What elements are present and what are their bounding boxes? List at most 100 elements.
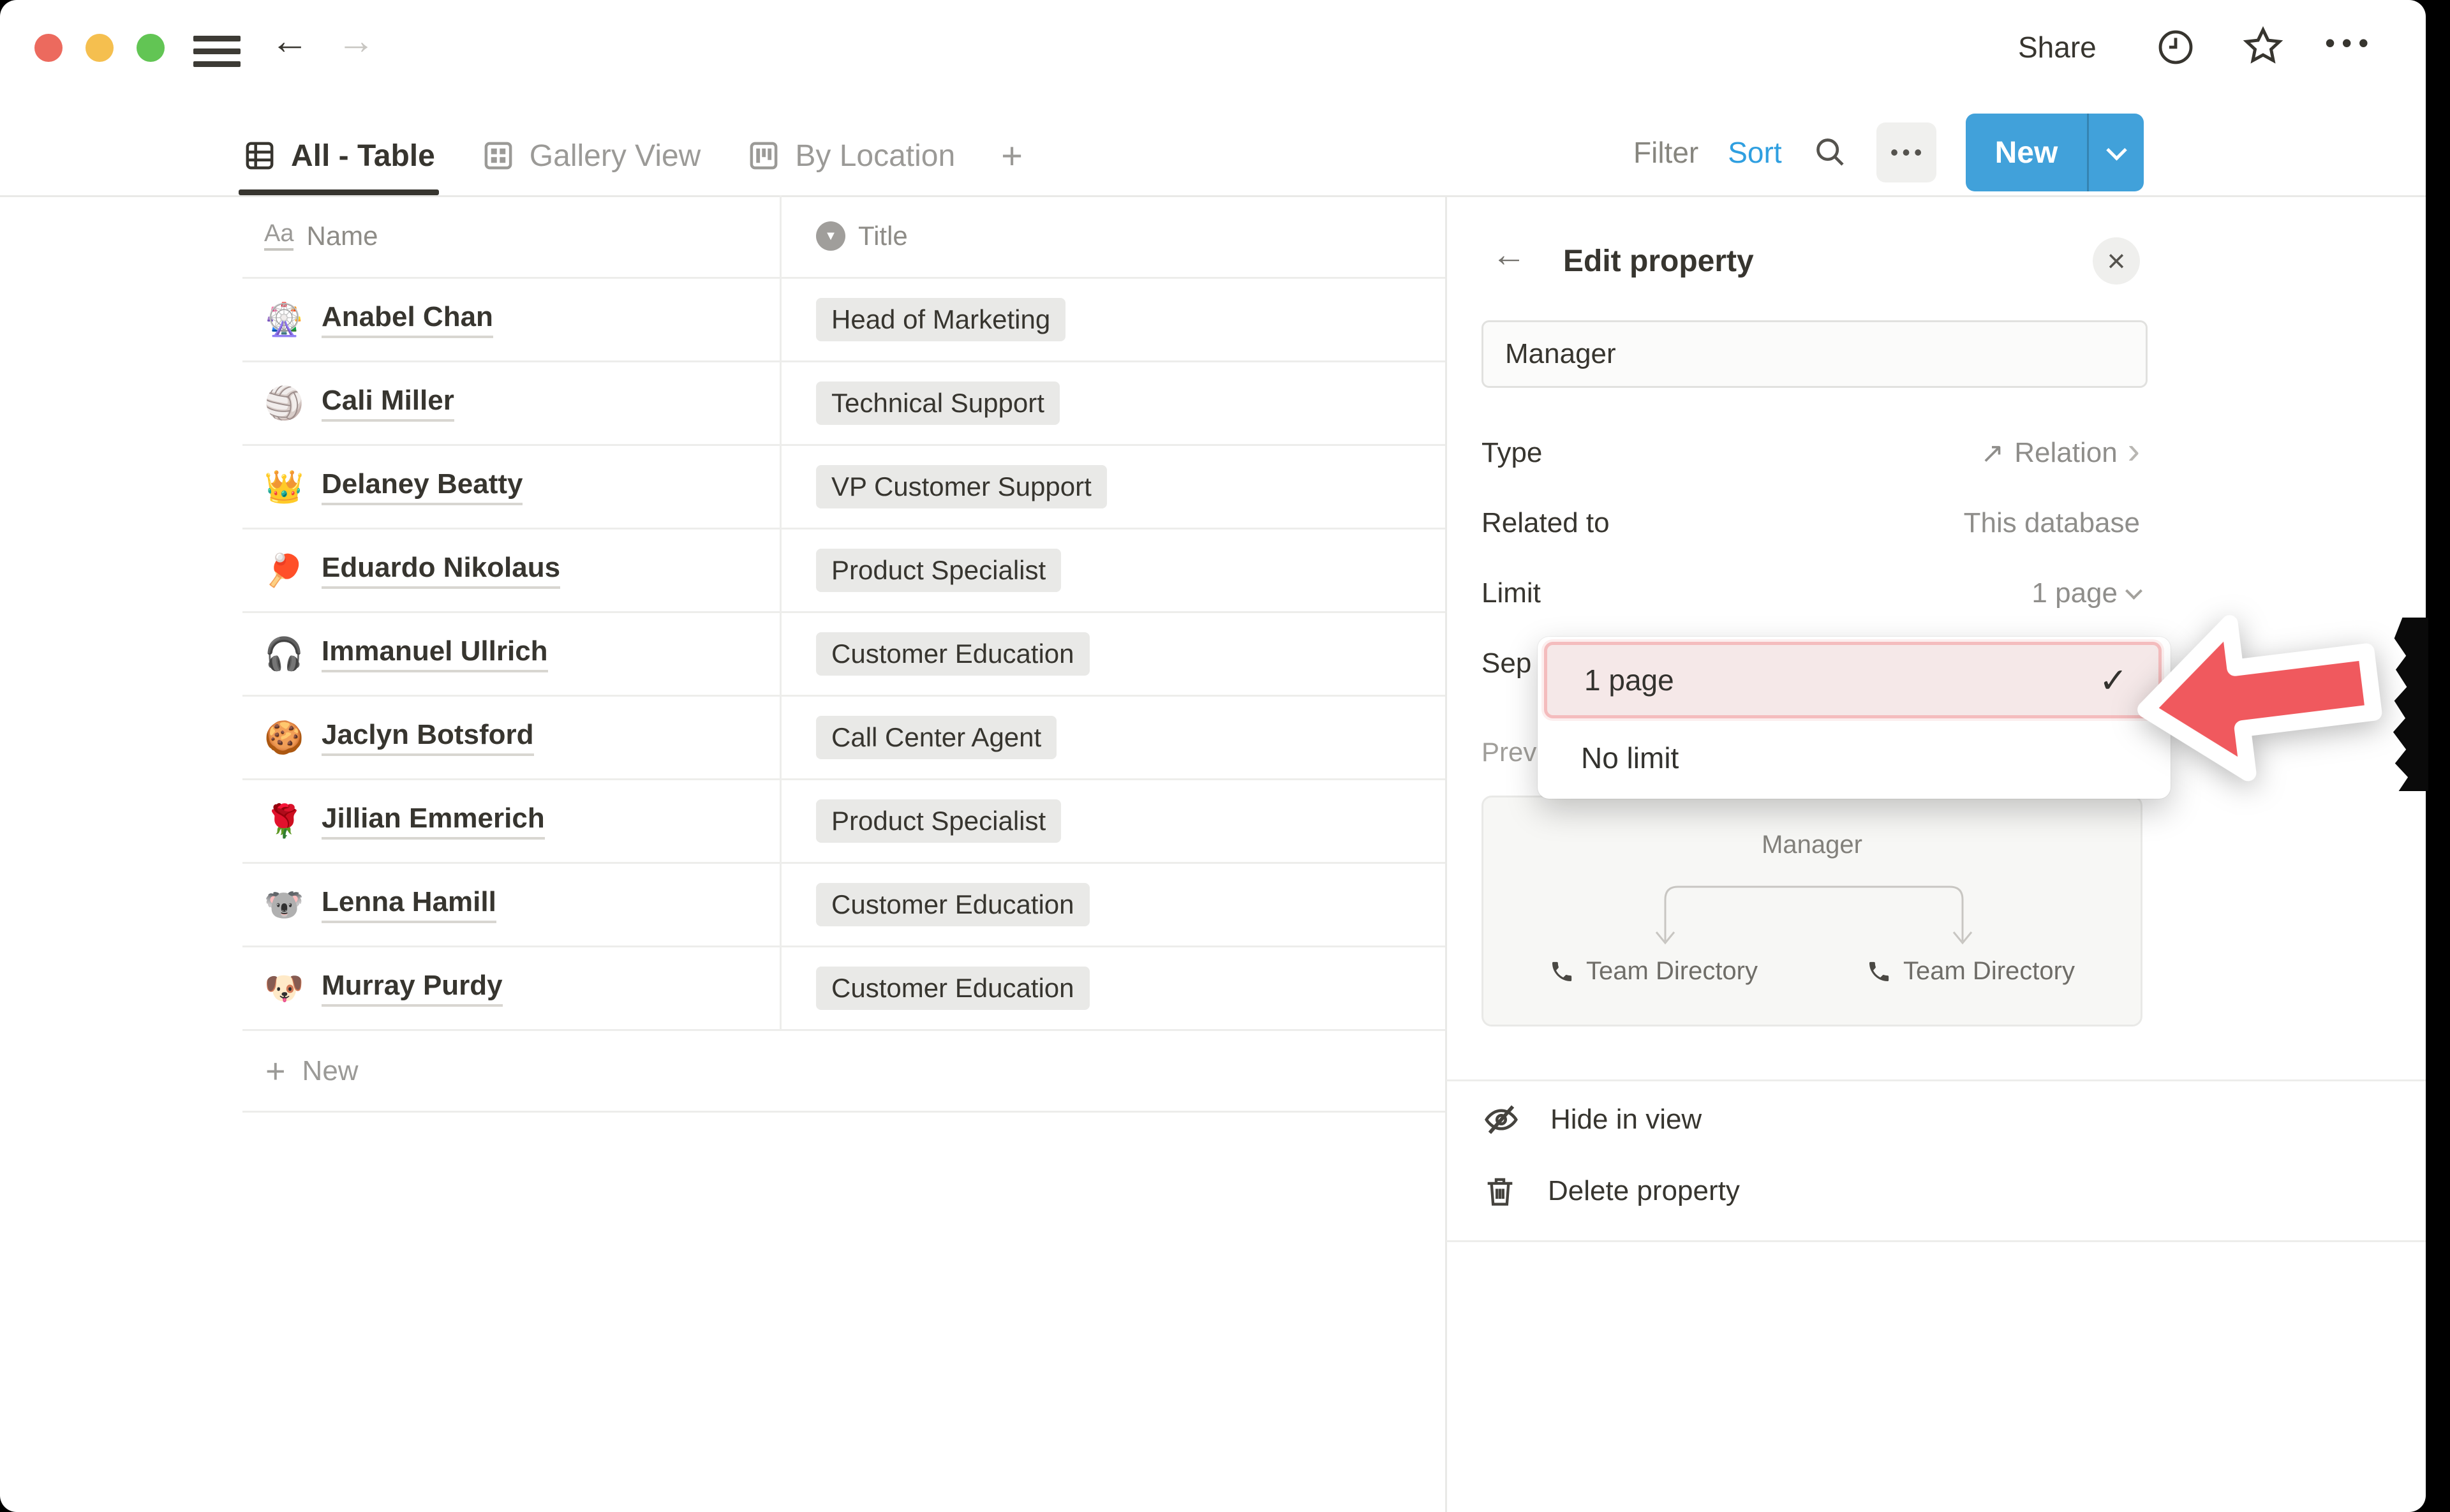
add-view-button[interactable]: + xyxy=(1001,116,1023,195)
preview-child-label: Team Directory xyxy=(1903,957,2075,986)
table-row[interactable]: 👑Delaney Beatty VP Customer Support xyxy=(242,446,1445,530)
select-tag: Customer Education xyxy=(816,632,1090,676)
name-cell[interactable]: 🏐Cali Miller xyxy=(242,362,782,444)
forward-arrow-icon[interactable]: → xyxy=(337,22,375,60)
name-cell[interactable]: 🌹Jillian Emmerich xyxy=(242,780,782,862)
sort-button[interactable]: Sort xyxy=(1728,135,1781,170)
new-row-label: New xyxy=(302,1055,359,1087)
preview-label-fragment: Prev xyxy=(1481,737,1536,767)
property-settings: Type ↗ Relation › Related to This databa… xyxy=(1481,418,2140,628)
page-emoji: 🏓 xyxy=(264,554,304,586)
select-property-icon: ▼ xyxy=(816,221,845,251)
option-label: No limit xyxy=(1581,741,1679,775)
new-button[interactable]: New xyxy=(1966,114,2144,191)
column-header-title[interactable]: ▼ Title xyxy=(782,195,1445,277)
tab-all-table[interactable]: All - Table xyxy=(242,116,435,195)
trash-icon xyxy=(1481,1173,1518,1210)
select-tag: Customer Education xyxy=(816,967,1090,1010)
name-cell[interactable]: 🎧Immanuel Ullrich xyxy=(242,613,782,695)
dropdown-option-1-page[interactable]: 1 page ✓ xyxy=(1544,642,2162,718)
property-row-related-to[interactable]: Related to This database xyxy=(1481,488,2140,558)
page-link[interactable]: Lenna Hamill xyxy=(322,886,496,923)
title-cell[interactable]: Customer Education xyxy=(782,613,1445,695)
select-tag: Product Specialist xyxy=(816,549,1061,592)
select-tag: Product Specialist xyxy=(816,799,1061,843)
name-cell[interactable]: 🐶Murray Purdy xyxy=(242,947,782,1029)
page-link[interactable]: Anabel Chan xyxy=(322,301,493,338)
column-header-name[interactable]: Aa Name xyxy=(242,195,782,277)
title-cell[interactable]: Call Center Agent xyxy=(782,697,1445,778)
dropdown-option-no-limit[interactable]: No limit xyxy=(1544,726,2162,790)
page-link[interactable]: Jillian Emmerich xyxy=(322,803,545,840)
name-cell[interactable]: 🎡 Anabel Chan xyxy=(242,279,782,360)
title-cell[interactable]: Technical Support xyxy=(782,362,1445,444)
page-link[interactable]: Delaney Beatty xyxy=(322,468,523,505)
new-button-label[interactable]: New xyxy=(1966,114,2088,191)
name-cell[interactable]: 🍪Jaclyn Botsford xyxy=(242,697,782,778)
tab-gallery-view[interactable]: Gallery View xyxy=(481,116,701,195)
property-name-input[interactable] xyxy=(1481,320,2148,388)
title-cell[interactable]: Product Specialist xyxy=(782,780,1445,862)
column-label: Title xyxy=(858,221,908,251)
property-row-limit[interactable]: Limit 1 page xyxy=(1481,558,2140,628)
table-row[interactable]: 🌹Jillian Emmerich Product Specialist xyxy=(242,780,1445,864)
page-link[interactable]: Jaclyn Botsford xyxy=(322,719,534,756)
chevron-right-icon: › xyxy=(2128,440,2140,463)
new-row-button[interactable]: + New xyxy=(242,1031,1445,1113)
table-row[interactable]: 🐶Murray Purdy Customer Education xyxy=(242,947,1445,1031)
more-options-icon[interactable]: ••• xyxy=(2325,26,2375,60)
title-cell[interactable]: Customer Education xyxy=(782,947,1445,1029)
zoom-window-button[interactable] xyxy=(137,34,165,62)
action-label: Hide in view xyxy=(1550,1104,1702,1136)
page-emoji: 🎡 xyxy=(264,304,304,336)
page-link[interactable]: Immanuel Ullrich xyxy=(322,635,548,672)
table-row[interactable]: 🏐Cali Miller Technical Support xyxy=(242,362,1445,446)
property-value: This database xyxy=(1964,507,2140,539)
preview-child-item: Team Directory xyxy=(1866,957,2075,986)
delete-property-button[interactable]: Delete property xyxy=(1481,1173,1740,1210)
select-tag: Technical Support xyxy=(816,382,1060,425)
table-row[interactable]: 🎧Immanuel Ullrich Customer Education xyxy=(242,613,1445,697)
title-cell[interactable]: VP Customer Support xyxy=(782,446,1445,528)
panel-close-icon[interactable]: × xyxy=(2093,237,2140,285)
page-link[interactable]: Murray Purdy xyxy=(322,970,503,1007)
title-cell[interactable]: Head of Marketing xyxy=(782,279,1445,360)
name-cell[interactable]: 🐨Lenna Hamill xyxy=(242,864,782,945)
panel-title: Edit property xyxy=(1563,244,1754,279)
favorite-star-icon[interactable] xyxy=(2241,24,2285,69)
search-icon[interactable] xyxy=(1811,133,1847,172)
minimize-window-button[interactable] xyxy=(85,34,114,62)
checkmark-icon: ✓ xyxy=(2099,660,2128,700)
view-options-icon[interactable]: ••• xyxy=(1876,122,1936,182)
menu-icon[interactable] xyxy=(193,36,241,67)
name-cell[interactable]: 🏓 Eduardo Nikolaus xyxy=(242,530,782,611)
hide-in-view-button[interactable]: Hide in view xyxy=(1481,1100,1702,1139)
name-cell[interactable]: 👑Delaney Beatty xyxy=(242,446,782,528)
back-arrow-icon[interactable]: ← xyxy=(271,22,309,60)
updates-clock-icon[interactable] xyxy=(2155,27,2196,68)
gallery-view-icon xyxy=(481,138,516,173)
filter-button[interactable]: Filter xyxy=(1633,135,1698,170)
tab-label: Gallery View xyxy=(530,138,701,174)
property-row-type[interactable]: Type ↗ Relation › xyxy=(1481,418,2140,488)
property-value: 1 page xyxy=(2031,577,2118,609)
table-row[interactable]: 🐨Lenna Hamill Customer Education xyxy=(242,864,1445,947)
view-tabs: All - Table Gallery View By Location + xyxy=(242,116,1023,195)
title-cell[interactable]: Customer Education xyxy=(782,864,1445,945)
page-link[interactable]: Cali Miller xyxy=(322,385,454,422)
database-table: Aa Name ▼ Title 🎡 Anabel Chan Head of Mar… xyxy=(242,195,1445,1113)
chevron-down-icon xyxy=(2106,140,2127,161)
table-row[interactable]: 🍪Jaclyn Botsford Call Center Agent xyxy=(242,697,1445,780)
preview-child-label: Team Directory xyxy=(1586,957,1758,986)
page-link[interactable]: Eduardo Nikolaus xyxy=(322,552,560,589)
new-dropdown-button[interactable] xyxy=(2089,114,2144,191)
share-button[interactable]: Share xyxy=(2018,30,2097,64)
title-cell[interactable]: Product Specialist xyxy=(782,530,1445,611)
close-window-button[interactable] xyxy=(34,34,63,62)
panel-back-icon[interactable]: ← xyxy=(1492,237,1526,272)
table-row[interactable]: 🏓 Eduardo Nikolaus Product Specialist xyxy=(242,530,1445,613)
table-row[interactable]: 🎡 Anabel Chan Head of Marketing xyxy=(242,279,1445,362)
select-tag: Call Center Agent xyxy=(816,716,1057,759)
tab-by-location[interactable]: By Location xyxy=(746,116,955,195)
tab-label: By Location xyxy=(795,138,955,174)
